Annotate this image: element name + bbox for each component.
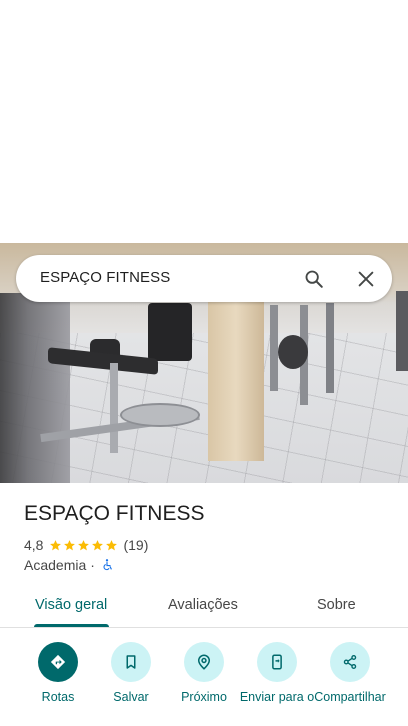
wheelchair-accessible-icon [103, 559, 112, 571]
send-to-phone-icon [272, 654, 282, 670]
tab-visao-geral[interactable]: Visão geral [35, 597, 107, 613]
active-tab-indicator [34, 624, 109, 627]
share-icon [343, 655, 357, 669]
close-icon[interactable] [355, 268, 377, 290]
star-icon [64, 539, 76, 550]
nearby-label: Próximo [181, 690, 227, 704]
rating-value: 4,8 [24, 537, 44, 553]
tab-avaliacoes[interactable]: Avaliações [168, 597, 238, 613]
search-icon[interactable] [303, 268, 325, 290]
category-row: Academia · [24, 556, 114, 574]
share-label: Compartilhar [314, 690, 386, 704]
bookmark-icon [126, 655, 136, 669]
nearby-icon [197, 654, 211, 670]
save-button[interactable]: Salvar [93, 642, 169, 704]
place-title: ESPAÇO FITNESS [24, 502, 205, 525]
star-icon [78, 539, 90, 550]
directions-label: Rotas [41, 690, 75, 704]
send-to-phone-label: Enviar para o [239, 690, 315, 704]
send-to-phone-button[interactable]: Enviar para o [239, 642, 315, 704]
tab-sobre[interactable]: Sobre [317, 597, 356, 613]
star-icon [106, 539, 118, 550]
rating-row[interactable]: 4,8 (19) [24, 536, 148, 554]
search-bar[interactable]: ESPAÇO FITNESS [16, 255, 392, 302]
action-buttons: Rotas Salvar Próximo Enviar para o Compa… [0, 642, 408, 726]
share-button[interactable]: Compartilhar [312, 642, 388, 704]
directions-icon [50, 654, 66, 670]
review-count[interactable]: (19) [123, 537, 148, 553]
star-icon [92, 539, 104, 550]
directions-button[interactable]: Rotas [20, 642, 96, 704]
star-rating [49, 539, 118, 552]
place-category: Academia [24, 557, 87, 573]
save-label: Salvar [113, 690, 149, 704]
place-tabs: Visão geral Avaliações Sobre [0, 585, 408, 628]
separator-dot: · [90, 557, 95, 573]
star-icon [50, 539, 62, 550]
search-input[interactable]: ESPAÇO FITNESS [40, 269, 170, 286]
blank-map-area [0, 0, 408, 243]
nearby-button[interactable]: Próximo [166, 642, 242, 704]
